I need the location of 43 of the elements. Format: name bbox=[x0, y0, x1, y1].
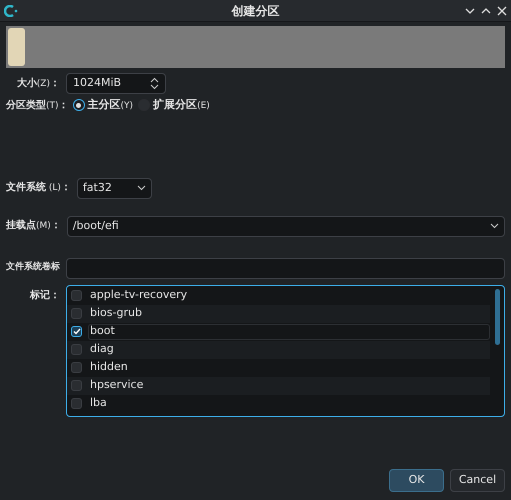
maximize-icon[interactable] bbox=[481, 6, 491, 16]
checkbox[interactable] bbox=[71, 308, 82, 319]
ok-button[interactable]: OK bbox=[389, 469, 444, 492]
flag-label: lba bbox=[89, 396, 108, 412]
cancel-button[interactable]: Cancel bbox=[450, 469, 505, 492]
partition-bar[interactable] bbox=[6, 26, 505, 68]
volume-label-label: 文件系统卷标 bbox=[6, 261, 60, 274]
volume-label-field[interactable] bbox=[66, 258, 505, 278]
scrollbar-thumb[interactable] bbox=[495, 288, 500, 344]
file-system-dropdown[interactable]: fat32 bbox=[76, 178, 152, 198]
checkbox[interactable] bbox=[71, 380, 82, 391]
radio-option[interactable]: 扩展分区(E) bbox=[138, 97, 210, 114]
flag-row[interactable]: diag bbox=[67, 340, 490, 358]
spin-arrows-icon[interactable] bbox=[150, 77, 159, 90]
partition-handle[interactable] bbox=[8, 28, 26, 66]
checkbox[interactable] bbox=[71, 398, 82, 409]
app-logo-icon bbox=[4, 4, 18, 16]
size-spinbox[interactable]: 1024MiB bbox=[66, 73, 166, 94]
checkbox[interactable] bbox=[71, 290, 82, 301]
radio-button[interactable] bbox=[72, 99, 85, 112]
minimize-icon[interactable] bbox=[465, 6, 475, 16]
size-label: 大小(Z)： bbox=[16, 76, 60, 91]
flag-label: hidden bbox=[89, 360, 129, 376]
flags-list[interactable]: apple-tv-recovery bios-grub boot diag hidden hpservice lba bbox=[66, 284, 505, 416]
flag-label: diag bbox=[89, 342, 115, 358]
flag-row[interactable]: boot bbox=[67, 322, 490, 340]
flags-label: 标记： bbox=[28, 288, 60, 302]
close-icon[interactable] bbox=[497, 6, 507, 16]
checkbox[interactable] bbox=[71, 326, 82, 337]
flag-label: bios-grub bbox=[89, 306, 143, 322]
flag-label: boot bbox=[88, 324, 490, 340]
flag-label: hpservice bbox=[89, 378, 144, 394]
flag-label: apple-tv-recovery bbox=[89, 288, 188, 304]
checkbox[interactable] bbox=[71, 344, 82, 355]
radio-option[interactable]: 主分区(Y) bbox=[72, 97, 134, 114]
flag-row[interactable]: hpservice bbox=[67, 376, 490, 394]
mount-point-label: 挂载点(M)： bbox=[6, 218, 61, 234]
mount-point-dropdown[interactable]: /boot/efi bbox=[66, 216, 505, 236]
file-system-label: 文件系统 (L)： bbox=[6, 180, 71, 196]
flag-row[interactable]: bios-grub bbox=[67, 304, 490, 322]
partition-type-label: 分区类型(T)： bbox=[6, 98, 69, 112]
window-title: 创建分区 bbox=[230, 2, 280, 20]
checkbox[interactable] bbox=[71, 362, 82, 373]
